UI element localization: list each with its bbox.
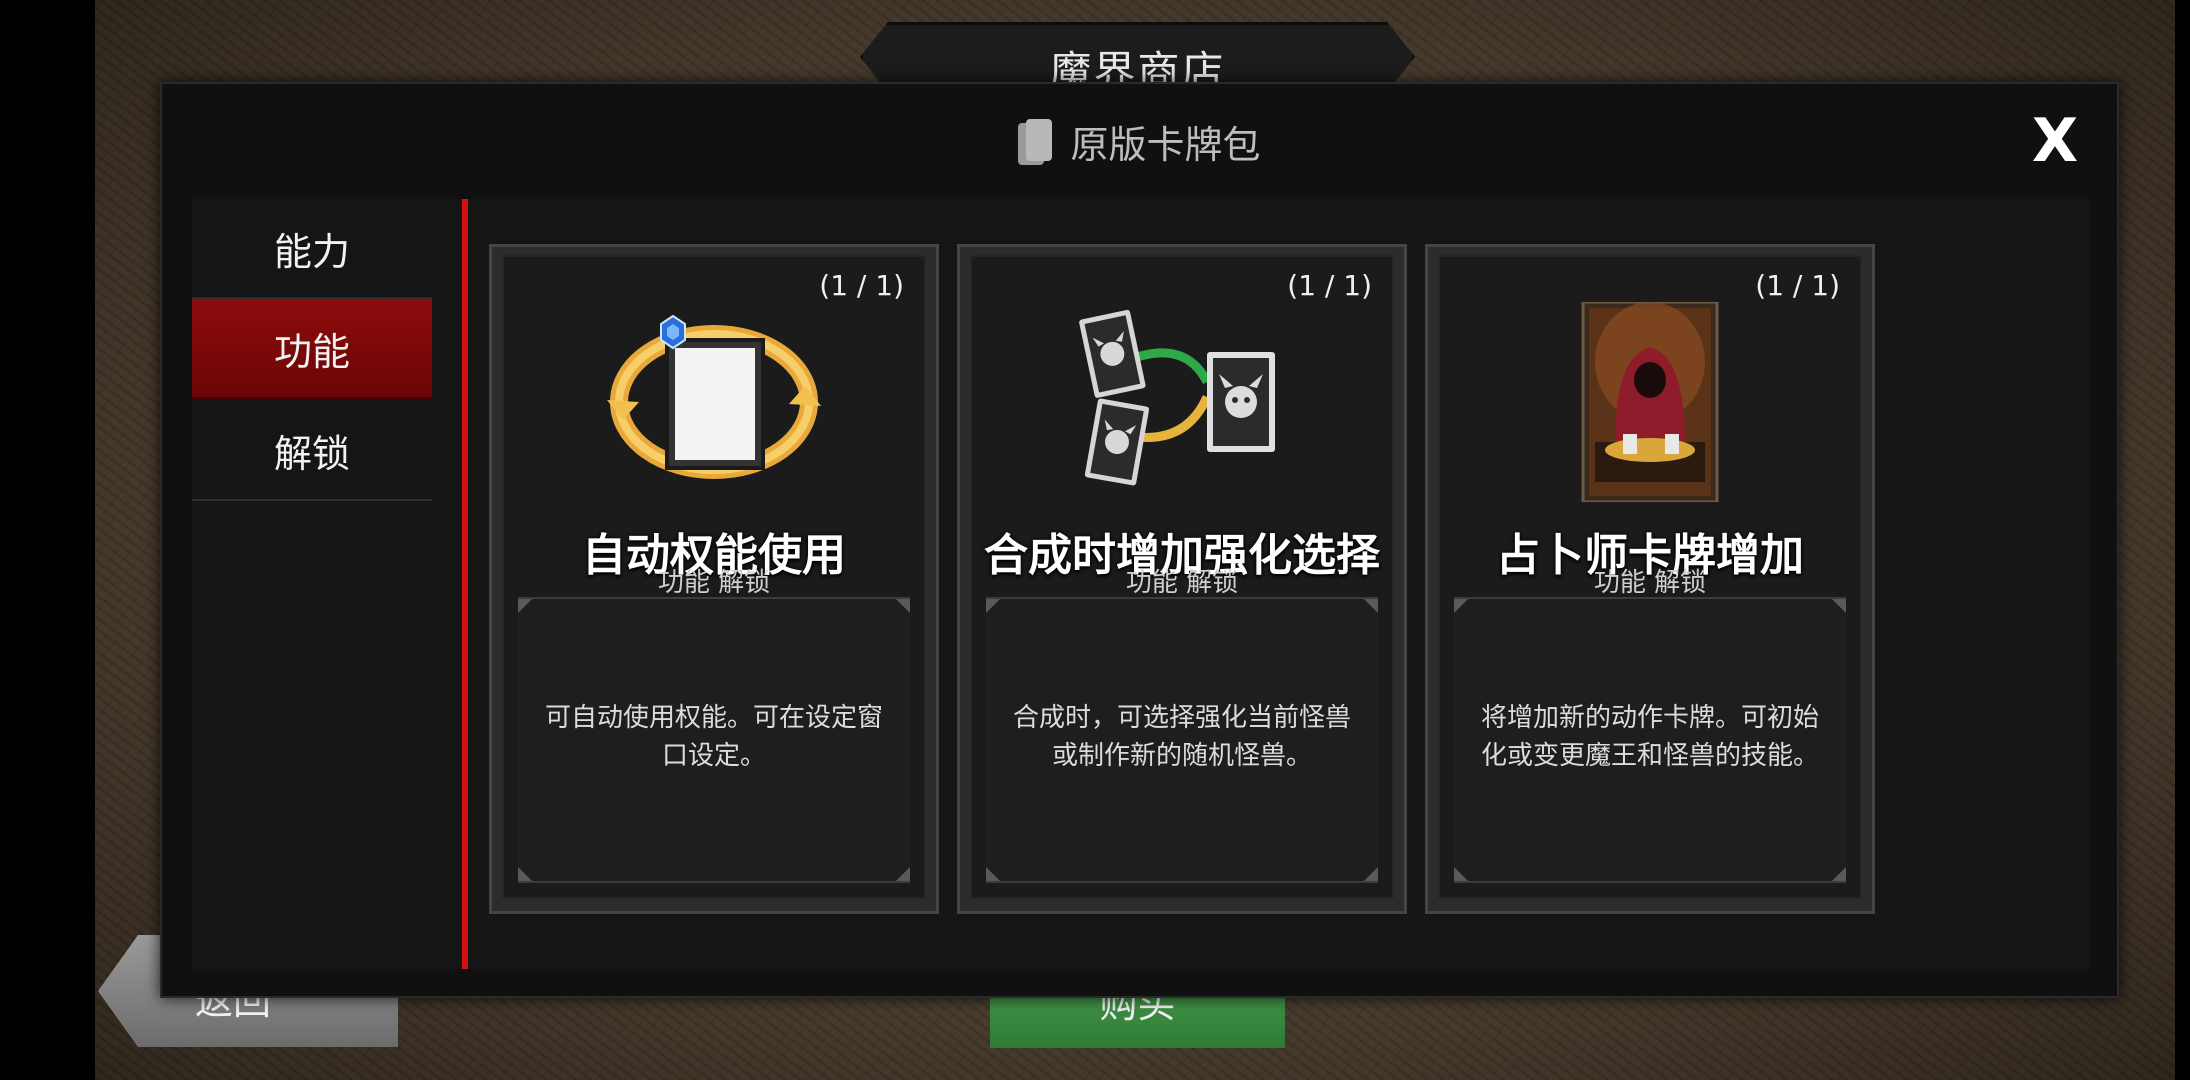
modal-header: 原版卡牌包 [162,84,2117,199]
sidebar-divider [462,199,468,969]
content-area: 能力 功能 解锁 (1 / 1) 自动权能使用 功能 解锁 可自动使用权能。可在… [192,199,2089,969]
description-box: 合成时，可选择强化当前怪兽或制作新的随机怪兽。 [986,597,1378,883]
card-count: (1 / 1) [1287,269,1372,302]
fortune-teller-card-icon [1535,300,1765,504]
close-button[interactable]: X [2029,111,2081,171]
card-pack-modal: 原版卡牌包 X 能力 功能 解锁 (1 / 1) 自动权能使用 功能 解锁 可自… [160,82,2119,998]
monster-merge-cards-icon [1067,302,1297,502]
sidebar: 能力 功能 解锁 [192,199,462,969]
card-description: 可自动使用权能。可在设定窗口设定。 [544,703,883,771]
card-count: (1 / 1) [819,269,904,302]
card-merge-upgrade[interactable]: (1 / 1) 合成时增加强化选择 功能 解锁 合成时，可选择强化当前怪兽或制作… [957,244,1407,914]
card-fortune-teller[interactable]: (1 / 1) 占卜师卡牌增加 功能 解锁 将增加新的动作卡牌。可初始化或变更魔… [1425,244,1875,914]
description-box: 将增加新的动作卡牌。可初始化或变更魔王和怪兽的技能。 [1454,597,1846,883]
card-tag: 功能 解锁 [657,568,771,598]
card-tag: 功能 解锁 [1125,568,1239,598]
card-description: 将增加新的动作卡牌。可初始化或变更魔王和怪兽的技能。 [1480,703,1819,771]
sidebar-item-function[interactable]: 功能 [192,299,432,399]
modal-title: 原版卡牌包 [1070,123,1261,167]
description-box: 可自动使用权能。可在设定窗口设定。 [518,597,910,883]
sidebar-item-ability[interactable]: 能力 [192,199,432,299]
sidebar-item-unlock[interactable]: 解锁 [192,401,432,501]
card-count: (1 / 1) [1755,269,1840,302]
auto-cycle-card-icon [599,302,829,502]
card-auto-ability[interactable]: (1 / 1) 自动权能使用 功能 解锁 可自动使用权能。可在设定窗口设定。 [489,244,939,914]
card-description: 合成时，可选择强化当前怪兽或制作新的随机怪兽。 [1012,703,1351,771]
card-tag: 功能 解锁 [1593,568,1707,598]
card-pack-icon [1018,118,1053,165]
